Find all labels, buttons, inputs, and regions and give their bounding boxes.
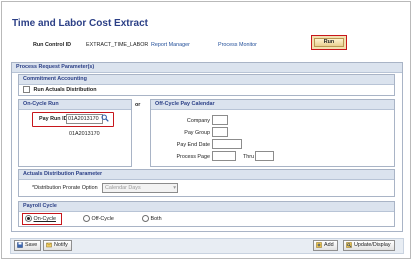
off-cycle-label: Off-Cycle — [91, 215, 114, 222]
payroll-option-both[interactable]: Both — [142, 215, 162, 222]
update-display-label: Update/Display — [354, 242, 391, 248]
pay-run-label: Pay Run ID — [39, 116, 68, 122]
add-button[interactable]: Add — [313, 240, 338, 251]
thru-label: Thru — [243, 154, 255, 160]
payroll-cycle-header: Payroll Cycle — [19, 202, 394, 212]
on-cycle-header: On-Cycle Run — [19, 100, 131, 110]
save-icon — [17, 241, 23, 248]
run-control-value: EXTRACT_TIME_LABOR — [86, 42, 149, 48]
prorate-option-label: *Distribution Prorate Option — [32, 185, 98, 191]
add-label: Add — [324, 242, 334, 248]
run-button[interactable]: Run — [314, 38, 344, 47]
company-label: Company — [186, 118, 210, 124]
save-button[interactable]: Save — [14, 240, 42, 251]
notify-icon — [46, 242, 52, 248]
process-monitor-link[interactable]: Process Monitor — [218, 42, 257, 48]
chevron-down-icon: ▾ — [173, 185, 176, 191]
update-display-icon — [346, 241, 352, 248]
run-actuals-label: Run Actuals Distribution — [33, 86, 97, 93]
run-actuals-checkbox[interactable] — [23, 86, 30, 93]
run-actuals-row: Run Actuals Distribution — [23, 86, 97, 93]
payroll-option-off-cycle[interactable]: Off-Cycle — [83, 215, 114, 222]
notify-button[interactable]: Notify — [43, 240, 72, 251]
pay-end-date-label: Pay End Date — [176, 142, 210, 148]
pay-run-input[interactable]: 01A2013170 — [66, 114, 103, 124]
payroll-cycle-panel: Payroll Cycle — [18, 201, 395, 227]
thru-input[interactable] — [255, 151, 274, 161]
page-title: Time and Labor Cost Extract — [12, 18, 148, 29]
company-input[interactable] — [212, 115, 228, 125]
run-button-highlight: Run — [311, 35, 347, 50]
actuals-distribution-panel: Actuals Distribution Parameter — [18, 169, 395, 197]
prorate-option-value: Calendar Days — [105, 185, 141, 191]
or-label: or — [135, 102, 141, 108]
lookup-icon[interactable] — [101, 114, 109, 122]
update-display-button[interactable]: Update/Display — [343, 240, 395, 251]
on-cycle-radio[interactable] — [25, 215, 32, 222]
pay-group-input[interactable] — [212, 127, 228, 137]
add-icon — [316, 241, 322, 248]
page-frame: Time and Labor Cost Extract Run Control … — [1, 1, 411, 259]
notify-label: Notify — [54, 242, 68, 248]
payroll-option-on-cycle[interactable]: On-Cycle — [25, 215, 56, 222]
both-radio[interactable] — [142, 215, 149, 222]
pay-group-label: Pay Group — [184, 130, 210, 136]
commitment-header: Commitment Accounting — [19, 75, 394, 85]
off-cycle-radio[interactable] — [83, 215, 90, 222]
off-cycle-header: Off-Cycle Pay Calendar — [151, 100, 394, 110]
pay-run-description: 01A2013170 — [69, 131, 100, 137]
both-label: Both — [150, 215, 162, 222]
report-manager-link[interactable]: Report Manager — [151, 42, 190, 48]
commitment-panel: Commitment Accounting Run Actuals Distri… — [18, 74, 395, 96]
process-page-label: Process Page — [176, 154, 210, 160]
actuals-distribution-header: Actuals Distribution Parameter — [19, 170, 394, 180]
process-request-header: Process Request Parameter(s) — [12, 63, 402, 73]
save-label: Save — [25, 242, 38, 248]
on-cycle-label: On-Cycle — [33, 215, 56, 222]
process-page-input[interactable] — [212, 151, 236, 161]
run-control-label: Run Control ID — [33, 42, 72, 48]
pay-end-date-input[interactable] — [212, 139, 242, 149]
prorate-option-select[interactable]: Calendar Days ▾ — [102, 183, 178, 193]
